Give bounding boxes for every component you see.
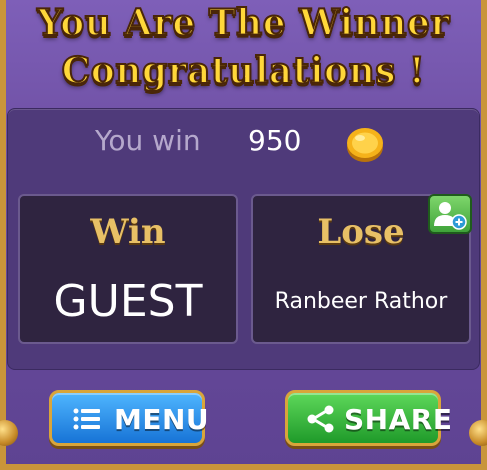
- win-amount: 950: [248, 124, 302, 157]
- congratulations-title: Congratulations !: [61, 49, 426, 93]
- add-friend-icon: [434, 202, 467, 230]
- winner-title: You Are The Winner: [36, 1, 450, 45]
- gold-coin-icon: [347, 128, 383, 162]
- add-friend-button[interactable]: [428, 194, 472, 234]
- menu-button-label: MENU: [114, 403, 210, 436]
- share-button[interactable]: SHARE: [285, 390, 452, 446]
- you-win-label: You win: [95, 124, 201, 157]
- list-icon: [73, 408, 100, 430]
- share-icon: [307, 405, 334, 433]
- share-button-label: SHARE: [344, 403, 453, 436]
- menu-button[interactable]: MENU: [49, 390, 209, 446]
- loser-name: Ranbeer Rathor: [274, 289, 448, 314]
- win-heading: Win: [90, 212, 166, 252]
- winner-name: GUEST: [53, 276, 203, 327]
- winner-box: Win GUEST: [18, 194, 238, 344]
